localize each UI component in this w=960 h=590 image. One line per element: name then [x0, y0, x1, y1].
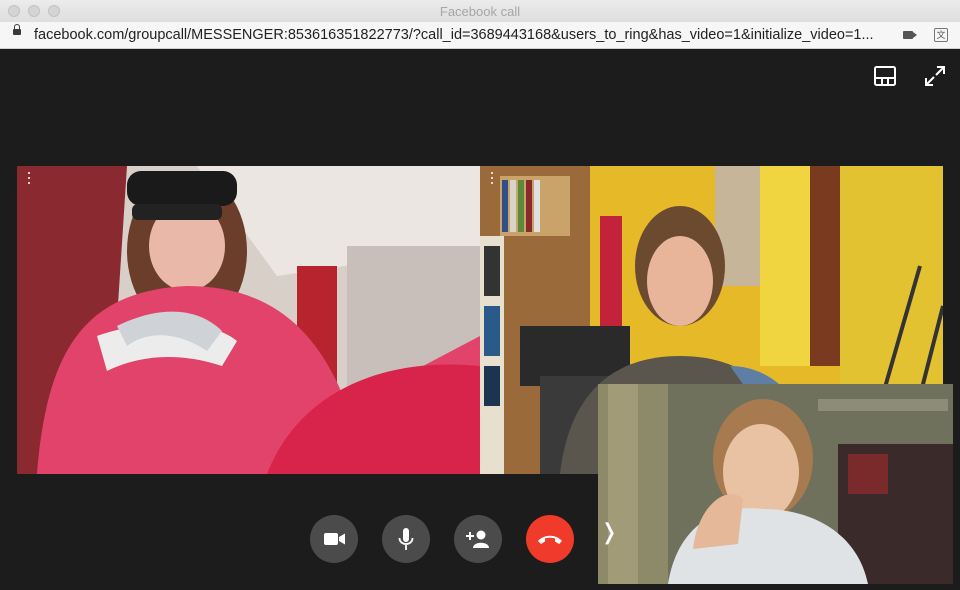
participant-left-video-frame — [17, 166, 480, 474]
self-view-video-frame — [598, 384, 953, 584]
participant-video-left[interactable] — [17, 166, 480, 474]
more-options-icon[interactable] — [490, 172, 494, 187]
add-person-icon — [466, 530, 489, 548]
more-options-icon[interactable] — [27, 172, 31, 187]
microphone-icon — [398, 528, 414, 550]
add-person-button[interactable] — [454, 515, 502, 563]
layout-icon — [874, 66, 896, 86]
url-text[interactable]: facebook.com/groupcall/MESSENGER:8536163… — [34, 27, 889, 43]
video-toggle-button[interactable] — [310, 515, 358, 563]
end-call-button[interactable] — [526, 515, 574, 563]
lock-icon — [13, 24, 21, 35]
window-title: Facebook call — [439, 4, 521, 19]
call-area: ❭ — [0, 49, 960, 590]
video-camera-icon — [324, 533, 345, 545]
chevron-right-icon[interactable]: ❭ — [600, 519, 618, 545]
translate-icon[interactable]: 文 — [934, 28, 948, 42]
window-titlebar: Facebook call — [0, 0, 960, 23]
self-view-video[interactable] — [598, 384, 953, 584]
fullscreen-button[interactable] — [923, 64, 947, 88]
microphone-toggle-button[interactable] — [382, 515, 430, 563]
hang-up-icon — [538, 535, 562, 544]
layout-button[interactable] — [873, 64, 897, 88]
expand-icon — [925, 66, 945, 86]
address-bar[interactable]: facebook.com/groupcall/MESSENGER:8536163… — [0, 22, 960, 49]
camera-indicator-icon[interactable] — [903, 31, 917, 39]
